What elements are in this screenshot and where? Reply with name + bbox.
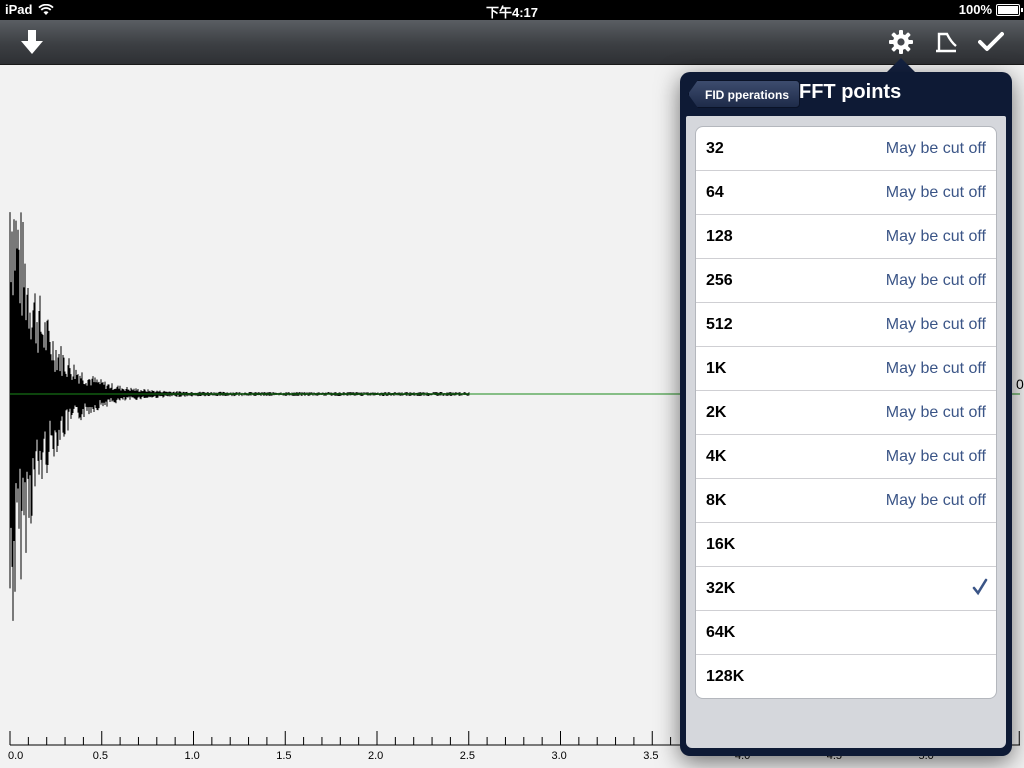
list-item-label: 128K bbox=[706, 667, 745, 685]
list-item-label: 4K bbox=[706, 447, 727, 465]
status-bar: iPad 下午4:17 100% bbox=[0, 0, 1024, 20]
list-item[interactable]: 128 May be cut off bbox=[696, 215, 996, 259]
gear-icon bbox=[889, 30, 913, 54]
list-item-label: 32 bbox=[706, 139, 724, 157]
list-item-note: May be cut off bbox=[885, 447, 986, 465]
back-button[interactable]: FID pperations bbox=[688, 80, 801, 108]
list-item[interactable]: 1K May be cut off bbox=[696, 347, 996, 391]
list-item[interactable]: 512 May be cut off bbox=[696, 303, 996, 347]
list-item[interactable]: 16K bbox=[696, 523, 996, 567]
list-item[interactable]: 64 May be cut off bbox=[696, 171, 996, 215]
list-item-label: 32K bbox=[706, 579, 736, 597]
x-tick-label: 1.5 bbox=[276, 750, 291, 762]
download-arrow-icon bbox=[21, 30, 43, 54]
battery-percent: 100% bbox=[958, 2, 992, 17]
list-item[interactable]: 128K bbox=[696, 655, 996, 698]
list-item-note: May be cut off bbox=[885, 359, 986, 377]
x-tick-label: 3.5 bbox=[643, 750, 658, 762]
x-tick-label: 0.5 bbox=[93, 750, 108, 762]
x-tick-label: 0.0 bbox=[8, 750, 23, 762]
popover-arrow bbox=[886, 58, 916, 73]
list-item-label: 1K bbox=[706, 359, 727, 377]
battery-icon bbox=[996, 3, 1023, 16]
list-item[interactable]: 32K bbox=[696, 567, 996, 611]
popover-header: FID pperations FFT points bbox=[680, 72, 1012, 116]
settings-button[interactable] bbox=[885, 26, 917, 58]
toolbar bbox=[0, 20, 1024, 65]
checkmark-icon bbox=[972, 578, 988, 596]
download-button[interactable] bbox=[16, 26, 48, 58]
list-item-label: 256 bbox=[706, 271, 733, 289]
x-tick-label: 3.0 bbox=[552, 750, 567, 762]
status-right: 100% bbox=[958, 2, 1023, 17]
list-item-label: 16K bbox=[706, 535, 736, 553]
list-item-note: May be cut off bbox=[885, 491, 986, 509]
list-item[interactable]: 256 May be cut off bbox=[696, 259, 996, 303]
list-item-note: May be cut off bbox=[885, 403, 986, 421]
popover-title: FFT points bbox=[799, 81, 902, 103]
list-item-label: 8K bbox=[706, 491, 727, 509]
x-tick-label: 1.0 bbox=[185, 750, 200, 762]
list-item-label: 128 bbox=[706, 227, 733, 245]
fft-points-list: 32 May be cut off 64 May be cut off 128 May b… bbox=[695, 126, 997, 699]
popover-body: 32 May be cut off 64 May be cut off 128 May b… bbox=[686, 116, 1006, 748]
checkmark-icon bbox=[978, 32, 1004, 51]
x-tick-label: 2.5 bbox=[460, 750, 475, 762]
list-item-label: 2K bbox=[706, 403, 727, 421]
list-item-note: May be cut off bbox=[885, 271, 986, 289]
list-item-note: May be cut off bbox=[885, 139, 986, 157]
phase-correction-button[interactable] bbox=[930, 26, 962, 58]
list-item-label: 64 bbox=[706, 183, 724, 201]
right-edge-label: 0 bbox=[1016, 376, 1024, 392]
done-button[interactable] bbox=[975, 26, 1007, 58]
list-item-note: May be cut off bbox=[885, 227, 986, 245]
list-item[interactable]: 8K May be cut off bbox=[696, 479, 996, 523]
x-tick-label: 2.0 bbox=[368, 750, 383, 762]
list-item[interactable]: 32 May be cut off bbox=[696, 127, 996, 171]
phase-correction-icon bbox=[936, 32, 957, 53]
status-time: 下午4:17 bbox=[485, 5, 539, 20]
list-item-label: 64K bbox=[706, 623, 736, 641]
fid-signal bbox=[9, 212, 470, 621]
list-item[interactable]: 2K May be cut off bbox=[696, 391, 996, 435]
list-item-note: May be cut off bbox=[885, 183, 986, 201]
list-item[interactable]: 64K bbox=[696, 611, 996, 655]
list-item-note: May be cut off bbox=[885, 315, 986, 333]
list-item-label: 512 bbox=[706, 315, 733, 333]
list-item[interactable]: 4K May be cut off bbox=[696, 435, 996, 479]
fft-points-popover: FID pperations FFT points 32 May be cut o… bbox=[680, 72, 1012, 756]
